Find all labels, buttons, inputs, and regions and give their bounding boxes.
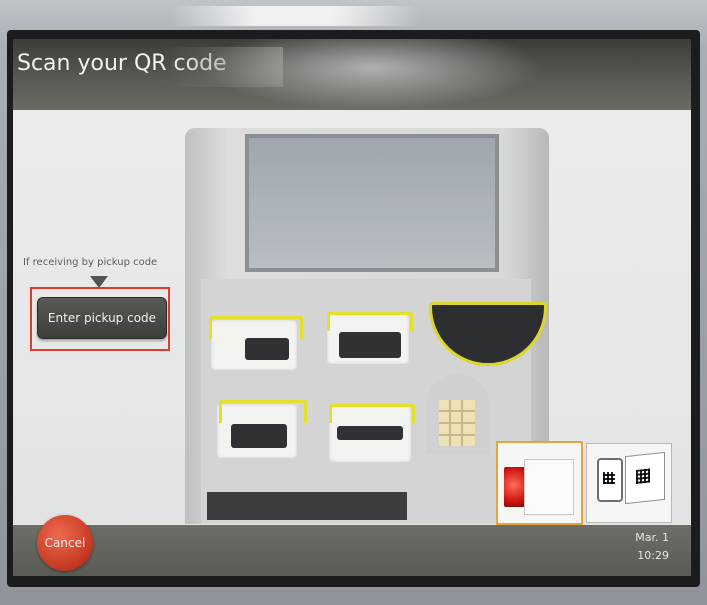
date-display: Mar. 1: [635, 531, 669, 544]
enter-pickup-code-button[interactable]: Enter pickup code: [37, 297, 167, 339]
keypad-grid-icon: [439, 400, 475, 446]
slot-bottom-right-opening: [337, 426, 403, 440]
slot-top-left-opening: [245, 338, 289, 360]
pickup-hint-text: If receiving by pickup code: [23, 257, 158, 268]
card-icon: [524, 459, 574, 515]
qr-scan-option[interactable]: [586, 443, 672, 523]
kiosk-screen: Scan your QR code If receiving by pickup…: [13, 39, 691, 576]
qr-code-icon: [603, 472, 615, 484]
header-glare: [203, 39, 543, 110]
slot-top-right-opening: [339, 332, 401, 358]
bezel-glare: [170, 6, 420, 26]
slot-top-right-highlight: [327, 312, 413, 331]
document-icon: [625, 451, 665, 505]
keypad-illustration: [427, 374, 489, 454]
kiosk-display-illustration: [245, 134, 499, 272]
slot-top-left-highlight: [209, 316, 303, 339]
slot-bottom-right-highlight: [329, 404, 415, 423]
slot-bottom-left-opening: [231, 424, 287, 448]
header-bar: Scan your QR code: [13, 39, 691, 110]
tray-illustration: [207, 492, 407, 520]
phone-icon: [597, 458, 623, 502]
qr-code-icon: [636, 468, 650, 484]
slot-bottom-left-highlight: [219, 400, 307, 423]
footer-bar: [13, 525, 691, 576]
time-display: 10:29: [637, 549, 669, 562]
cancel-button[interactable]: Cancel: [37, 515, 93, 571]
main-content: If receiving by pickup code Enter pickup…: [13, 110, 691, 525]
card-reader-option[interactable]: [496, 441, 583, 525]
